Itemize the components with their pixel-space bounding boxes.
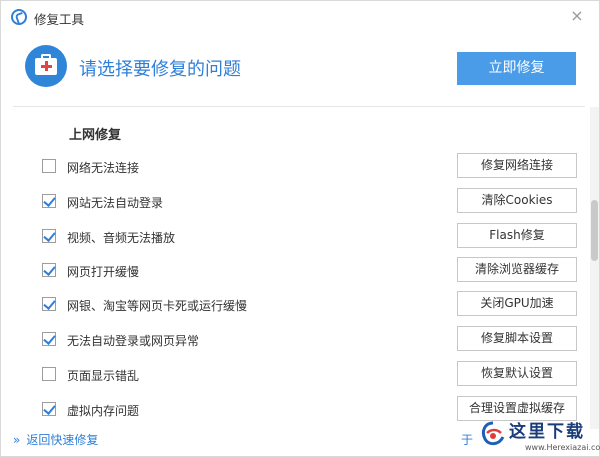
item-checkbox[interactable] (42, 332, 56, 346)
item-action-button[interactable]: 恢复默认设置 (457, 361, 577, 386)
repair-tool-window: 修复工具 × 请选择要修复的问题 立即修复 上网修复 网络无法连接 修复网络连接… (0, 0, 600, 457)
item-checkbox[interactable] (42, 367, 56, 381)
list-item: 无法自动登录或网页异常 修复脚本设置 (1, 323, 589, 357)
site-watermark: 这里下载 www.Herexiazai.com (479, 415, 600, 457)
repair-list: 上网修复 网络无法连接 修复网络连接 网站无法自动登录 清除Cookies 视频… (1, 107, 589, 429)
section-title: 上网修复 (69, 128, 122, 143)
back-to-quick-repair-link[interactable]: » 返回快速修复 (13, 431, 98, 448)
item-label: 网银、淘宝等网页卡死或运行缓慢 (67, 299, 248, 313)
list-item: 视频、音频无法播放 Flash修复 (1, 220, 589, 254)
item-checkbox[interactable] (42, 402, 56, 416)
item-checkbox[interactable] (42, 263, 56, 277)
close-button[interactable]: × (569, 7, 585, 25)
item-action-button[interactable]: 清除Cookies (457, 188, 577, 213)
title-bar: 修复工具 × (1, 1, 599, 35)
list-item: 页面显示错乱 恢复默认设置 (1, 358, 589, 392)
item-label: 视频、音频无法播放 (67, 231, 176, 245)
scrollbar[interactable] (590, 107, 599, 429)
browser-logo-icon (11, 9, 27, 25)
double-chevron-icon: » (13, 433, 21, 447)
footer-right-text: 于 (461, 433, 474, 447)
list-item: 网页打开缓慢 清除浏览器缓存 (1, 254, 589, 288)
item-label: 网站无法自动登录 (67, 196, 164, 210)
first-aid-kit-icon (25, 45, 67, 87)
page-heading: 请选择要修复的问题 (79, 59, 241, 80)
window-title: 修复工具 (34, 12, 85, 27)
item-checkbox[interactable] (42, 297, 56, 311)
scrollbar-thumb[interactable] (591, 200, 598, 261)
item-checkbox[interactable] (42, 194, 56, 208)
item-label: 无法自动登录或网页异常 (67, 334, 200, 348)
watermark-text: 这里下载 (509, 422, 585, 442)
list-item: 网站无法自动登录 清除Cookies (1, 185, 589, 219)
header: 请选择要修复的问题 立即修复 (1, 35, 599, 105)
list-item: 网络无法连接 修复网络连接 (1, 150, 589, 184)
list-item: 网银、淘宝等网页卡死或运行缓慢 关闭GPU加速 (1, 288, 589, 322)
item-action-button[interactable]: 修复网络连接 (457, 153, 577, 178)
repair-now-button[interactable]: 立即修复 (457, 52, 576, 85)
watermark-url: www.Herexiazai.com (525, 443, 600, 452)
item-label: 网络无法连接 (67, 161, 140, 175)
item-action-button[interactable]: 修复脚本设置 (457, 326, 577, 351)
item-checkbox[interactable] (42, 229, 56, 243)
item-label: 网页打开缓慢 (67, 265, 140, 279)
item-action-button[interactable]: Flash修复 (457, 223, 577, 248)
item-label: 虚拟内存问题 (67, 404, 140, 418)
item-action-button[interactable]: 清除浏览器缓存 (457, 257, 577, 282)
item-action-button[interactable]: 关闭GPU加速 (457, 291, 577, 316)
item-label: 页面显示错乱 (67, 369, 140, 383)
watermark-logo-icon (481, 421, 505, 446)
item-checkbox[interactable] (42, 159, 56, 173)
back-link-label: 返回快速修复 (26, 433, 99, 447)
